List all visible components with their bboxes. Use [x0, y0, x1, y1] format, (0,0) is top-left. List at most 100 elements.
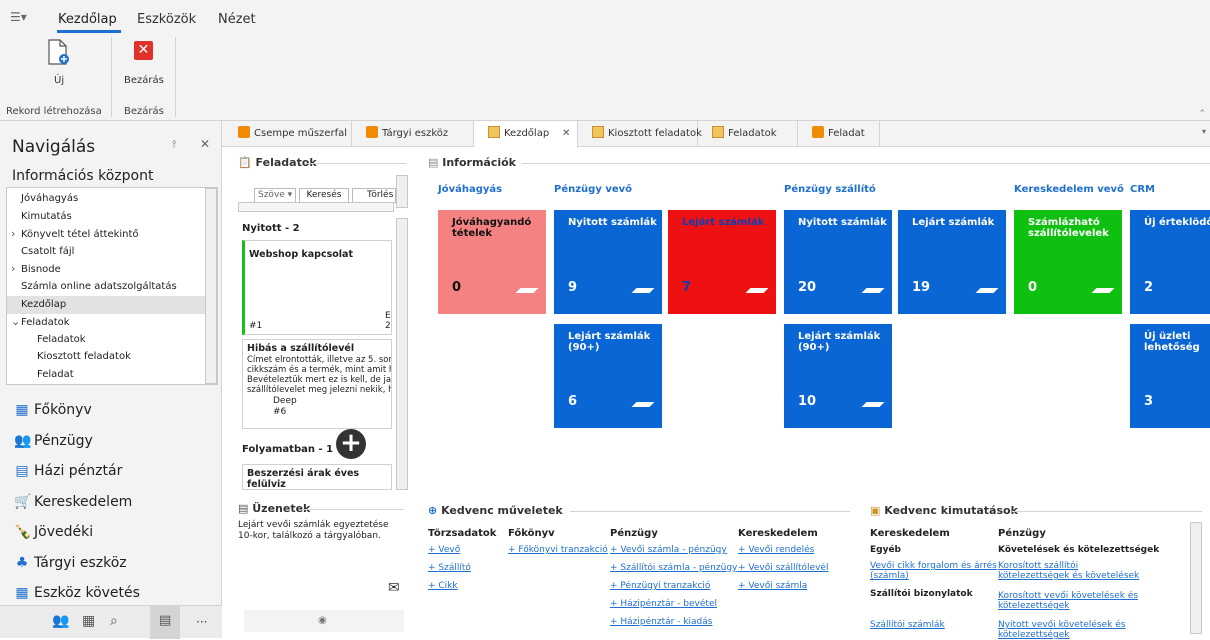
- favreports-subheader: Szállítói bizonylatok: [870, 589, 973, 599]
- info-title: ▤ Információk: [428, 156, 516, 169]
- tree-expander-icon[interactable]: ›: [11, 260, 21, 278]
- module-item[interactable]: ▦ Eszköz követés: [14, 579, 140, 607]
- tree-expander-icon[interactable]: ›: [11, 225, 21, 243]
- report-link[interactable]: kötelezettségek: [998, 630, 1070, 640]
- close-pane-icon[interactable]: ✕: [200, 137, 210, 151]
- tree-expander-icon[interactable]: ⌄: [11, 313, 21, 331]
- module-icon: 🛒: [14, 493, 32, 510]
- mail-icon[interactable]: ✉: [388, 580, 400, 596]
- tab-fixed-asset[interactable]: Tárgyi eszköz: [352, 121, 474, 147]
- favorite-operation-link[interactable]: + Szállító: [428, 563, 471, 573]
- report-link[interactable]: kötelezettségek és követelések: [998, 571, 1139, 581]
- report-link[interactable]: Szállítói számlák: [870, 620, 945, 630]
- tree-item[interactable]: › Bisnode: [7, 260, 207, 278]
- tree-item[interactable]: › Könyvelt tétel áttekintő: [7, 225, 207, 243]
- favorite-operation-link[interactable]: + Vevői számla: [738, 581, 807, 591]
- tab-assigned-tasks[interactable]: Kiosztott feladatok: [578, 121, 702, 147]
- task-card[interactable]: Beszerzési árak éves felülviz: [242, 464, 392, 490]
- filter-dropdown[interactable]: Szöve ▾: [254, 188, 296, 203]
- tree-item[interactable]: Csatolt fájl: [7, 243, 207, 261]
- pin-icon[interactable]: ⫯: [172, 139, 176, 150]
- favorite-operation-link[interactable]: + Cikk: [428, 581, 458, 591]
- info-tile-value: 3: [1144, 394, 1154, 409]
- module-item[interactable]: ▦ Főkönyv: [14, 396, 91, 424]
- module-item[interactable]: ♣ Tárgyi eszköz: [14, 549, 127, 577]
- tree-item[interactable]: Számla online adatszolgáltatás: [7, 278, 207, 296]
- tree-item[interactable]: Kiosztott feladatok: [7, 348, 207, 366]
- task-card[interactable]: Webshop kapcsolat #1 E 20: [242, 240, 392, 335]
- info-tile[interactable]: Jóváhagyandó tételek 0: [438, 210, 546, 314]
- search-report-icon[interactable]: ⌕: [110, 613, 118, 629]
- info-tile[interactable]: Új üzleti lehetőség 3: [1130, 324, 1210, 428]
- favorite-operation-link[interactable]: + Vevői rendelés: [738, 545, 814, 555]
- app-menu-icon[interactable]: ☰▾: [10, 10, 27, 24]
- search-button[interactable]: Keresés: [299, 188, 349, 203]
- favorite-operation-link[interactable]: + Szállítói számla - pénzügy: [610, 563, 737, 573]
- report-link[interactable]: kötelezettségek: [998, 601, 1070, 611]
- info-tile[interactable]: Nyitott számlák 9: [554, 210, 662, 314]
- favorite-operation-link[interactable]: + Házipénztár - kiadás: [610, 617, 712, 627]
- tab-task[interactable]: Feladat: [798, 121, 880, 147]
- favorite-operation-link[interactable]: + Házipénztár - bevétel: [610, 599, 717, 609]
- favorite-operation-link[interactable]: + Vevő: [428, 545, 460, 555]
- favorite-operation-link[interactable]: + Főkönyvi tranzakció: [508, 545, 608, 555]
- tree-item[interactable]: Feladatok: [7, 331, 207, 349]
- tasks-title-line: [306, 163, 406, 164]
- tab-view[interactable]: Nézet: [218, 12, 256, 27]
- calendar-icon[interactable]: ▦: [82, 613, 95, 629]
- favorite-operation-link[interactable]: + Vevői szállítólevél: [738, 563, 828, 573]
- module-item[interactable]: 🛒 Kereskedelem: [14, 488, 132, 516]
- task-card-description: Címet elrontották, illetve az 5. sor cikk…: [247, 355, 391, 395]
- list-view-icon[interactable]: ▤: [150, 606, 180, 639]
- info-tile[interactable]: Nyitott számlák 20: [784, 210, 892, 314]
- report-link[interactable]: Korosított szállítói: [998, 561, 1078, 571]
- tab-tile-dashboard[interactable]: Csempe műszerfal: [224, 121, 352, 147]
- info-tile[interactable]: Lejárt számlák (90+) 10: [784, 324, 892, 428]
- info-tile[interactable]: Új érteklödők 2: [1130, 210, 1210, 314]
- info-tile[interactable]: Számlázható szállítólevelek 0: [1014, 210, 1122, 314]
- tab-tasks[interactable]: Feladatok: [698, 121, 798, 147]
- tab-home-page[interactable]: Kezdőlap ✕: [474, 121, 578, 148]
- tasks-scrollbar[interactable]: [396, 218, 408, 490]
- pager-dot-icon[interactable]: ◉: [318, 615, 327, 626]
- tab-list-dropdown-icon[interactable]: ▾: [1202, 127, 1206, 136]
- module-item[interactable]: 👥 Pénzügy: [14, 427, 93, 455]
- close-tab-icon[interactable]: ✕: [562, 121, 570, 147]
- task-card[interactable]: Hibás a szállítólevél Címet elrontották,…: [242, 339, 392, 429]
- report-link[interactable]: Vevői cikk forgalom és árrés: [870, 561, 997, 571]
- info-column-header: CRM: [1130, 184, 1155, 195]
- tab-home[interactable]: Kezdőlap: [58, 12, 117, 27]
- tree-scrollbar[interactable]: [205, 188, 217, 384]
- message-line: 10-kor, találkozó a tárgyalóban.: [238, 531, 381, 541]
- module-item[interactable]: ▤ Házi pénztár: [14, 457, 122, 485]
- tasks-hscroll[interactable]: [238, 202, 394, 212]
- tree-item[interactable]: ⌄Feladatok: [7, 313, 207, 331]
- tree-item[interactable]: Kezdőlap: [7, 295, 207, 314]
- add-task-button[interactable]: +: [336, 429, 366, 459]
- tab-tools[interactable]: Eszközök: [137, 12, 196, 27]
- home-content: 📋 Feladatok Szöve ▾ Keresés Törlés Nyito…: [222, 148, 1210, 640]
- report-link[interactable]: (számla): [870, 571, 909, 581]
- favorite-reports-scrollbar[interactable]: [1190, 522, 1202, 634]
- tasks-toolbar-scrollbar[interactable]: [396, 175, 408, 208]
- info-tile-value: 0: [1028, 280, 1038, 295]
- report-link[interactable]: Korosított vevői követelések és: [998, 591, 1138, 601]
- info-tile-label: Lejárt számlák (90+): [568, 331, 651, 353]
- info-tile[interactable]: Lejárt számlák 7: [668, 210, 776, 314]
- tree-item[interactable]: Feladat: [7, 366, 207, 384]
- report-link[interactable]: Nyitott vevői követelések és: [998, 620, 1125, 630]
- tree-item[interactable]: Jóváhagyás: [7, 190, 207, 208]
- favorite-operation-link[interactable]: + Pénzügyi tranzakció: [610, 581, 710, 591]
- more-icon[interactable]: ···: [196, 615, 207, 629]
- close-button[interactable]: ✕ Bezárás: [122, 37, 166, 87]
- ribbon-collapse-icon[interactable]: ⌃: [1198, 109, 1206, 119]
- favorite-operation-link[interactable]: + Vevői számla - pénzügy: [610, 545, 727, 555]
- info-tile[interactable]: Lejárt számlák 19: [898, 210, 1006, 314]
- clear-button[interactable]: Törlés: [352, 188, 396, 203]
- users-icon[interactable]: 👥: [52, 613, 69, 629]
- new-button[interactable]: Új: [40, 37, 80, 87]
- module-item[interactable]: 🍾 Jövedéki: [14, 518, 93, 546]
- info-tile-value: 10: [798, 394, 817, 409]
- info-tile[interactable]: Lejárt számlák (90+) 6: [554, 324, 662, 428]
- tree-item[interactable]: Kimutatás: [7, 208, 207, 226]
